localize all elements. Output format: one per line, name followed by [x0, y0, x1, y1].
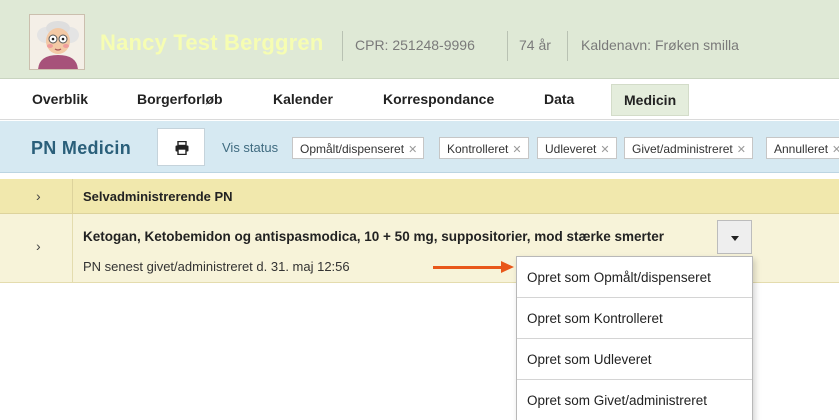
row-divider [72, 179, 73, 214]
close-icon[interactable]: ✕ [512, 144, 521, 156]
group-row[interactable]: › Selvadministrerende PN [0, 179, 839, 214]
status-chip[interactable]: Givet/administreret ✕ [624, 137, 753, 159]
chip-label: Givet/administreret [632, 142, 733, 156]
pn-toolbar: PN Medicin Vis status Opmålt/dispenseret… [0, 121, 839, 173]
medication-title: Ketogan, Ketobemidon og antispasmodica, … [83, 229, 665, 244]
patient-cpr: CPR: 251248-9996 [355, 37, 475, 53]
tab-overblik[interactable]: Overblik [32, 91, 88, 107]
dropdown-toggle-button[interactable] [717, 220, 752, 254]
header-separator [567, 31, 568, 61]
vis-status-label: Vis status [222, 140, 279, 155]
menu-item-kontrolleret[interactable]: Opret som Kontrolleret [517, 298, 752, 339]
close-icon[interactable]: ✕ [737, 144, 746, 156]
header-separator [342, 31, 343, 61]
tab-data[interactable]: Data [544, 91, 574, 107]
page-title: PN Medicin [31, 138, 132, 158]
print-button[interactable] [157, 128, 205, 166]
close-icon[interactable]: ✕ [408, 144, 417, 156]
patient-nickname: Kaldenavn: Frøken smilla [581, 37, 739, 53]
patient-avatar[interactable] [29, 14, 85, 70]
row-divider [72, 214, 73, 283]
medication-last-given: PN senest givet/administreret d. 31. maj… [83, 259, 350, 274]
status-chip[interactable]: Annulleret ✕ [766, 137, 839, 159]
patient-age: 74 år [519, 37, 551, 53]
chevron-right-icon[interactable]: › [36, 188, 41, 204]
status-chip[interactable]: Udleveret ✕ [537, 137, 617, 159]
patient-name: Nancy Test Berggren [100, 30, 324, 55]
status-chip[interactable]: Kontrolleret ✕ [439, 137, 529, 159]
chip-label: Annulleret [774, 142, 829, 156]
group-title: Selvadministrerende PN [83, 189, 233, 204]
tab-borgerforloeb[interactable]: Borgerforløb [137, 91, 223, 107]
tab-medicin[interactable]: Medicin [611, 84, 690, 116]
chip-label: Udleveret [545, 142, 597, 156]
print-icon [175, 141, 189, 155]
tab-kalender[interactable]: Kalender [273, 91, 333, 107]
create-status-menu: Opret som Opmålt/dispenseret Opret som K… [516, 256, 753, 420]
elderly-woman-avatar-icon [30, 15, 84, 69]
header-separator [507, 31, 508, 61]
chip-label: Opmålt/dispenseret [300, 142, 405, 156]
patient-header: Nancy Test Berggren CPR: 251248-9996 74 … [0, 0, 839, 79]
close-icon[interactable]: ✕ [832, 144, 839, 156]
main-nav: Overblik Borgerforløb Kalender Korrespon… [0, 80, 839, 120]
menu-item-opmaalt[interactable]: Opret som Opmålt/dispenseret [517, 257, 752, 298]
chevron-right-icon[interactable]: › [36, 238, 41, 254]
caret-down-icon [731, 236, 739, 241]
menu-item-givet[interactable]: Opret som Givet/administreret [517, 380, 752, 420]
menu-item-udleveret[interactable]: Opret som Udleveret [517, 339, 752, 380]
status-chip[interactable]: Opmålt/dispenseret ✕ [292, 137, 425, 159]
tab-korrespondance[interactable]: Korrespondance [383, 91, 494, 107]
annotation-arrow-line [433, 266, 503, 269]
chip-label: Kontrolleret [447, 142, 509, 156]
annotation-arrow-head [501, 261, 514, 273]
close-icon[interactable]: ✕ [600, 144, 609, 156]
